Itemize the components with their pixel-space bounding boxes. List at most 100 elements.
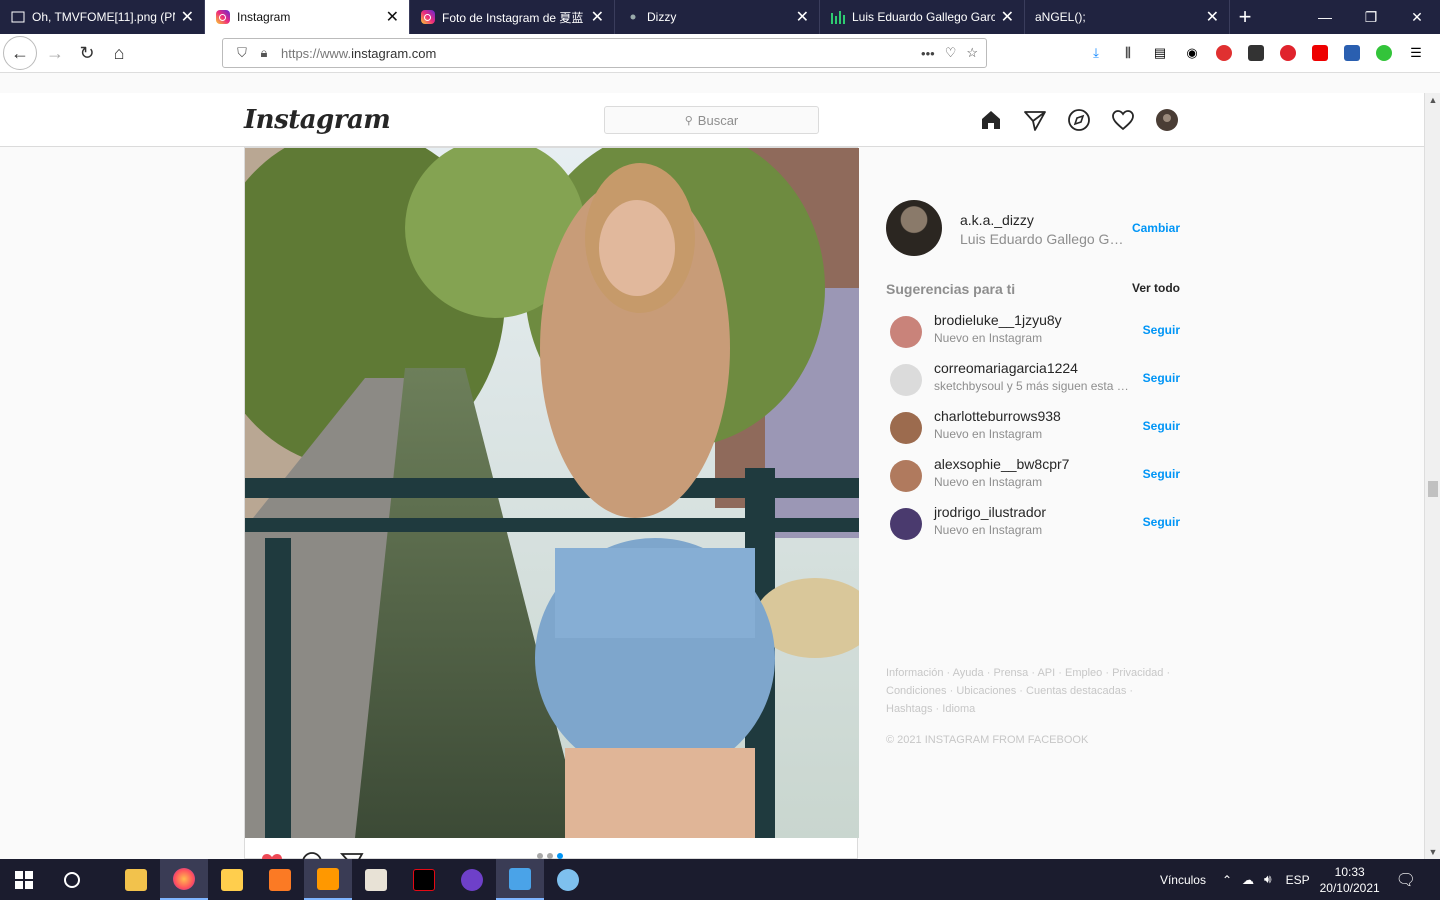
download-helper-icon[interactable] bbox=[1336, 38, 1368, 68]
url-text[interactable]: https://www.instagram.com bbox=[281, 46, 911, 61]
share-icon[interactable] bbox=[339, 850, 365, 859]
chevron-up-icon[interactable]: ⌃ bbox=[1222, 873, 1232, 887]
clock[interactable]: 10:33 20/10/2021 bbox=[1320, 864, 1380, 896]
close-icon[interactable]: ✕ bbox=[1206, 7, 1219, 27]
avatar[interactable] bbox=[890, 316, 922, 348]
avatar[interactable] bbox=[890, 508, 922, 540]
footer-link[interactable]: Ubicaciones bbox=[956, 685, 1016, 697]
sublime-icon[interactable] bbox=[304, 859, 352, 900]
tab-instagram-photo[interactable]: Foto de Instagram de 夏蓝 ✕ bbox=[410, 0, 615, 34]
minimize-icon[interactable]: — bbox=[1302, 0, 1348, 34]
network-icon[interactable]: ☁ bbox=[1242, 873, 1254, 887]
popcorn-icon[interactable] bbox=[352, 859, 400, 900]
scroll-up-icon[interactable]: ▲ bbox=[1425, 95, 1440, 105]
library-icon[interactable]: ⫼ bbox=[1112, 38, 1144, 68]
close-icon[interactable]: ✕ bbox=[1001, 7, 1014, 27]
volume-icon[interactable]: 🔊︎ bbox=[1264, 872, 1272, 887]
close-icon[interactable]: ✕ bbox=[181, 7, 194, 27]
footer-link[interactable]: Prensa bbox=[993, 667, 1028, 679]
suggestion-username[interactable]: charlotteburrows938 bbox=[934, 408, 1061, 424]
home-button[interactable]: ⌂ bbox=[103, 37, 135, 69]
page-scrollbar[interactable]: ▲ ▼ bbox=[1424, 93, 1440, 859]
file-explorer-icon[interactable] bbox=[112, 859, 160, 900]
frog-icon[interactable] bbox=[1368, 38, 1400, 68]
bookmark-star-icon[interactable]: ☆ bbox=[966, 45, 978, 61]
account-icon[interactable]: ◉ bbox=[1176, 38, 1208, 68]
pocket-icon[interactable]: ♡ bbox=[945, 45, 957, 61]
suggestion-username[interactable]: jrodrigo_ilustrador bbox=[934, 504, 1046, 520]
close-icon[interactable]: ✕ bbox=[591, 7, 604, 27]
avatar[interactable] bbox=[890, 412, 922, 444]
github-icon[interactable] bbox=[448, 859, 496, 900]
cortana-icon[interactable] bbox=[48, 859, 96, 900]
activity-heart-icon[interactable] bbox=[1110, 105, 1136, 135]
follow-button[interactable]: Seguir bbox=[1143, 323, 1180, 337]
suggestion-username[interactable]: correomariagarcia1224 bbox=[934, 360, 1078, 376]
opera-icon[interactable] bbox=[1272, 38, 1304, 68]
close-icon[interactable]: ✕ bbox=[796, 7, 809, 27]
profile-avatar[interactable] bbox=[1154, 105, 1180, 135]
image-viewer-icon[interactable] bbox=[496, 859, 544, 900]
links-toolbar[interactable]: Vínculos bbox=[1160, 873, 1206, 887]
close-icon[interactable]: ✕ bbox=[386, 7, 399, 27]
footer-link[interactable]: Ayuda bbox=[953, 667, 984, 679]
start-button[interactable] bbox=[0, 859, 48, 900]
tab-png-image[interactable]: Oh, TMVFOME[11].png (PNG Im ✕ bbox=[0, 0, 205, 34]
like-icon[interactable] bbox=[259, 850, 285, 859]
extension-icon[interactable] bbox=[1240, 38, 1272, 68]
comment-icon[interactable] bbox=[299, 850, 325, 859]
footer-link[interactable]: Información bbox=[886, 667, 943, 679]
app-icon[interactable] bbox=[208, 859, 256, 900]
back-button[interactable]: ← bbox=[3, 36, 37, 70]
suggestion-username[interactable]: alexsophie__bw8cpr7 bbox=[934, 456, 1069, 472]
paint-icon[interactable] bbox=[544, 859, 592, 900]
footer-link[interactable]: Privacidad bbox=[1112, 667, 1163, 679]
instagram-logo[interactable]: Instagram bbox=[244, 105, 391, 135]
tab-angel[interactable]: aNGEL(); ✕ bbox=[1025, 0, 1230, 34]
scroll-thumb[interactable] bbox=[1428, 481, 1438, 497]
adblock-icon[interactable] bbox=[1208, 38, 1240, 68]
scroll-down-icon[interactable]: ▼ bbox=[1425, 847, 1440, 857]
firefox-icon[interactable] bbox=[160, 859, 208, 900]
more-icon[interactable]: ••• bbox=[921, 46, 935, 61]
home-icon[interactable] bbox=[978, 105, 1004, 135]
current-username[interactable]: a.k.a._dizzy bbox=[960, 212, 1034, 228]
footer-link[interactable]: Cuentas destacadas bbox=[1026, 685, 1126, 697]
footer-link[interactable]: Empleo bbox=[1065, 667, 1102, 679]
footer-link[interactable]: Idioma bbox=[942, 703, 975, 715]
footer-link[interactable]: Condiciones bbox=[886, 685, 947, 697]
restore-icon[interactable]: ❐ bbox=[1348, 0, 1394, 34]
download-icon[interactable]: ⤓ bbox=[1080, 38, 1112, 68]
follow-button[interactable]: Seguir bbox=[1143, 515, 1180, 529]
tab-luis-eduardo[interactable]: Luis Eduardo Gallego Garcí ✕ bbox=[820, 0, 1025, 34]
xampp-icon[interactable] bbox=[256, 859, 304, 900]
direct-message-icon[interactable] bbox=[1022, 105, 1048, 135]
avatar[interactable] bbox=[890, 364, 922, 396]
lock-icon[interactable]: 🔒︎ bbox=[253, 45, 275, 61]
avatar[interactable] bbox=[890, 460, 922, 492]
sidebar-icon[interactable]: ▤ bbox=[1144, 38, 1176, 68]
shield-icon[interactable]: ⛉ bbox=[231, 45, 253, 61]
language-indicator[interactable]: ESP bbox=[1286, 873, 1310, 887]
menu-icon[interactable]: ☰ bbox=[1400, 38, 1432, 68]
explore-icon[interactable] bbox=[1066, 105, 1092, 135]
follow-button[interactable]: Seguir bbox=[1143, 371, 1180, 385]
new-tab-button[interactable]: + bbox=[1230, 0, 1260, 34]
footer-link[interactable]: API bbox=[1037, 667, 1055, 679]
reload-button[interactable]: ↻ bbox=[71, 37, 103, 69]
footer-link[interactable]: Hashtags bbox=[886, 703, 932, 715]
suggestion-username[interactable]: brodieluke__1jzyu8y bbox=[934, 312, 1062, 328]
post-photo[interactable] bbox=[245, 148, 859, 838]
close-window-icon[interactable]: ✕ bbox=[1394, 0, 1440, 34]
url-bar[interactable]: ⛉ 🔒︎ https://www.instagram.com ••• ♡ ☆ bbox=[222, 38, 987, 68]
youtube-icon[interactable] bbox=[1304, 38, 1336, 68]
tab-instagram[interactable]: Instagram ✕ bbox=[205, 0, 410, 34]
search-input[interactable]: ⚲ Buscar bbox=[604, 106, 819, 134]
netflix-icon[interactable] bbox=[400, 859, 448, 900]
follow-button[interactable]: Seguir bbox=[1143, 419, 1180, 433]
avatar[interactable] bbox=[886, 200, 942, 256]
see-all-button[interactable]: Ver todo bbox=[1132, 281, 1180, 297]
tab-dizzy[interactable]: Dizzy ✕ bbox=[615, 0, 820, 34]
follow-button[interactable]: Seguir bbox=[1143, 467, 1180, 481]
forward-button[interactable]: → bbox=[39, 37, 71, 69]
